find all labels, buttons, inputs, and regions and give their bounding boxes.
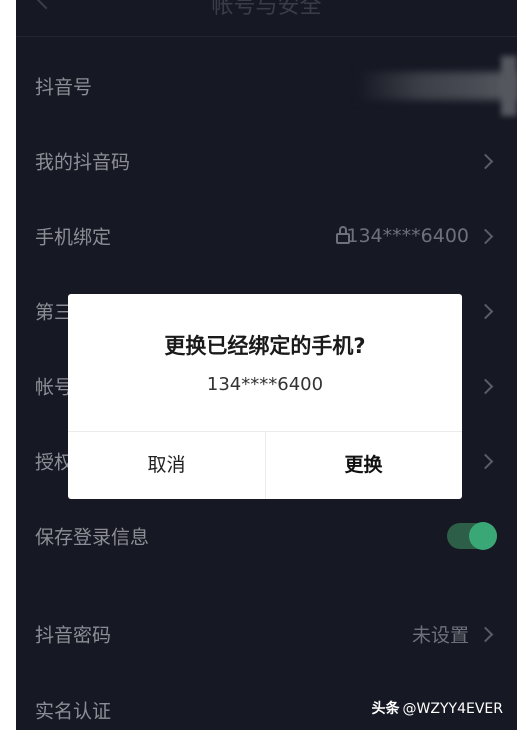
dialog-buttons: 取消 更换 — [68, 431, 462, 499]
modal-overlay: 更换已经绑定的手机? 134****6400 取消 更换 — [0, 0, 517, 730]
change-button[interactable]: 更换 — [265, 432, 462, 499]
cancel-button[interactable]: 取消 — [68, 432, 266, 499]
change-phone-dialog: 更换已经绑定的手机? 134****6400 取消 更换 — [68, 294, 462, 499]
watermark: 头条 @WZYY4EVER — [372, 698, 503, 718]
dialog-phone-number: 134****6400 — [206, 374, 324, 395]
dialog-title: 更换已经绑定的手机? — [164, 334, 366, 358]
watermark-handle: @WZYY4EVER — [402, 701, 503, 717]
watermark-brand: 头条 — [371, 701, 400, 717]
